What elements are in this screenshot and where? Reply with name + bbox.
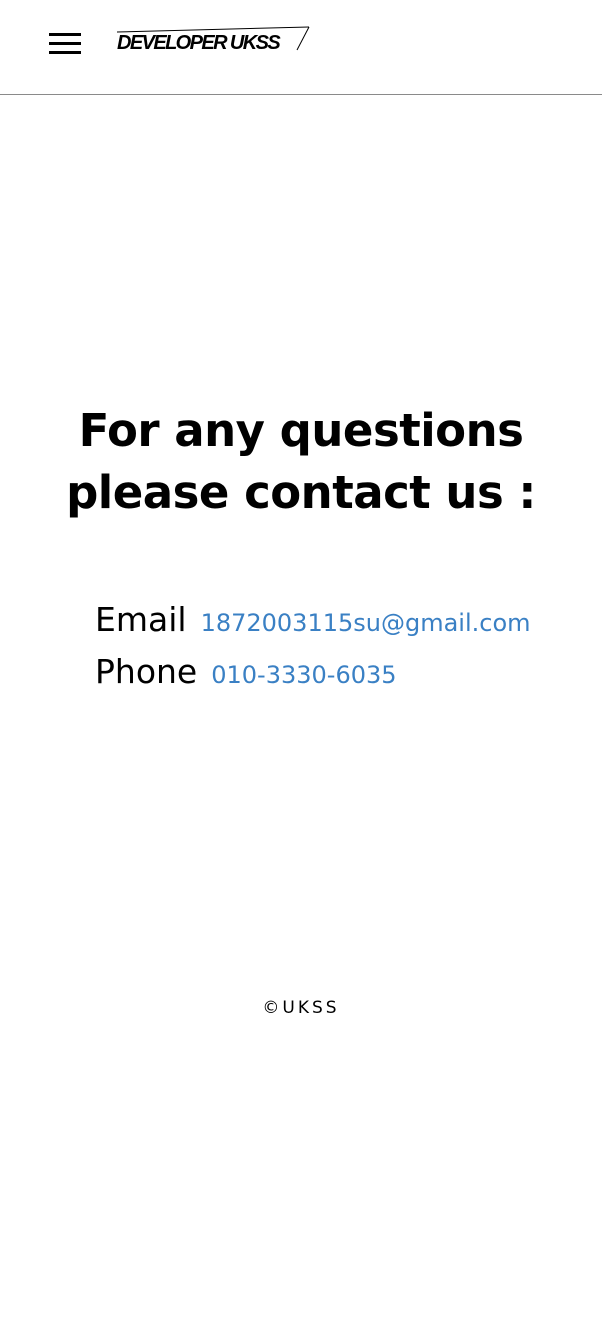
- logo-text: DEVELOPER UKSS: [117, 32, 281, 54]
- copyright-text: ©UKSS: [262, 998, 340, 1018]
- phone-row: Phone 010-3330-6035: [95, 652, 397, 691]
- hamburger-menu-icon[interactable]: [49, 33, 81, 55]
- email-link[interactable]: 1872003115su@gmail.com: [201, 609, 531, 637]
- copyright-footer: ©UKSS: [0, 998, 602, 1018]
- site-logo[interactable]: DEVELOPER UKSS: [117, 26, 312, 56]
- site-header: DEVELOPER UKSS: [0, 0, 602, 95]
- email-row: Email 1872003115su@gmail.com: [95, 600, 531, 639]
- menu-bar-middle: [49, 42, 81, 45]
- heading-line-2: please contact us :: [66, 466, 536, 519]
- email-label: Email: [95, 600, 187, 639]
- phone-link[interactable]: 010-3330-6035: [211, 661, 396, 689]
- heading-line-1: For any questions: [78, 404, 524, 457]
- phone-label: Phone: [95, 652, 198, 691]
- menu-bar-top: [49, 33, 81, 36]
- page-heading: For any questions please contact us :: [0, 400, 602, 524]
- menu-bar-bottom: [49, 51, 81, 54]
